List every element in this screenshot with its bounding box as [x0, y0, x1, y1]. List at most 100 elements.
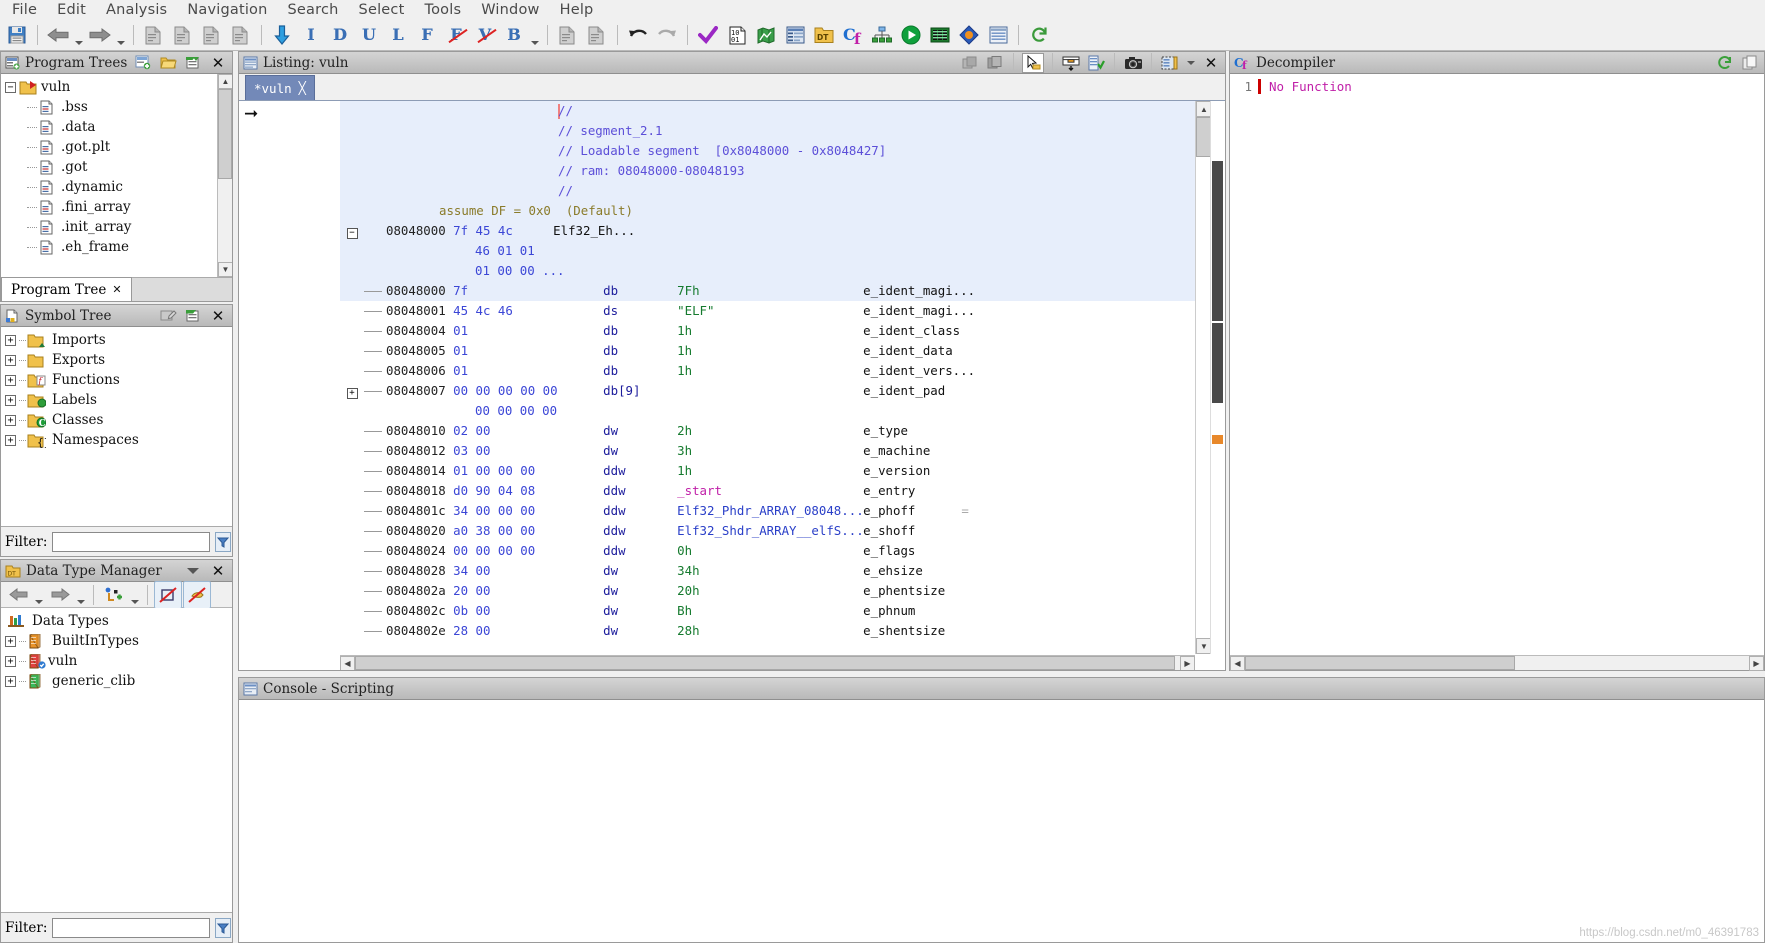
refresh-icon[interactable]	[1025, 21, 1053, 49]
listing-line[interactable]: 0804802c 0b 00 dw Bh e_phnum	[340, 601, 1195, 621]
clear-var-icon[interactable]: V	[471, 21, 499, 49]
select-cursor-icon[interactable]	[1022, 52, 1044, 73]
listing-line[interactable]: 0804802e 28 00 dw 28h e_shentsize	[340, 621, 1195, 641]
open-page-icon[interactable]	[169, 21, 197, 49]
listing-address[interactable]: 08048007	[386, 381, 446, 401]
listing-line[interactable]: 08048028 34 00 dw 34h e_ehsize	[340, 561, 1195, 581]
console-output[interactable]	[239, 700, 1764, 942]
listing-address[interactable]: 08048000	[386, 281, 446, 301]
data-type-filter-input[interactable]	[52, 917, 211, 938]
bookmark-icon[interactable]: B	[500, 21, 528, 49]
diff-icon[interactable]	[1086, 54, 1106, 72]
listing-line[interactable]: 08048004 01 db 1h e_ident_class	[340, 321, 1195, 341]
symbol-tree-filter-input[interactable]	[52, 531, 211, 552]
listing-line[interactable]: 08048020 a0 38 00 00 ddw Elf32_Shdr_ARRAY_…	[340, 521, 1195, 541]
data-type-manager-icon[interactable]: DT	[810, 21, 838, 49]
tab-vuln[interactable]: *vuln ╳	[245, 75, 315, 100]
listing-line[interactable]: 08048001 45 4c 46 ds "ELF" e_ident_magi...	[340, 301, 1195, 321]
listing-address[interactable]: 0804802a	[386, 581, 446, 601]
close-icon[interactable]: ✕	[208, 307, 228, 325]
listing-value[interactable]: 1h	[677, 321, 863, 341]
expand-toggle[interactable]: +	[5, 434, 16, 446]
listing-vertical-scrollbar[interactable]: ▲ ▼	[1195, 101, 1212, 654]
listing-value[interactable]: 1h	[677, 461, 863, 481]
tab-close-icon[interactable]: ✕	[112, 283, 121, 296]
scroll-thumb[interactable]	[1196, 117, 1211, 157]
filter-off-icon[interactable]	[154, 580, 182, 609]
tree-node-init_array[interactable]: .init_array	[1, 217, 232, 237]
paste-page-icon[interactable]	[198, 21, 226, 49]
listing-line[interactable]: 08048005 01 db 1h e_ident_data	[340, 341, 1195, 361]
expand-toggle[interactable]: −	[5, 81, 16, 93]
listing-line[interactable]: 08048012 03 00 dw 3h e_machine	[340, 441, 1195, 461]
symbol-node-exports[interactable]: + Exports	[1, 350, 232, 370]
forward-dropdown-icon[interactable]	[75, 578, 87, 611]
dropdown-icon[interactable]	[183, 562, 203, 580]
tree-node-root[interactable]: − vuln	[1, 77, 232, 97]
listing-line[interactable]: 0804802a 20 00 dw 20h e_phentsize	[340, 581, 1195, 601]
copy-icon[interactable]	[985, 54, 1005, 72]
listing-address[interactable]: 0804802c	[386, 601, 446, 621]
memory-map-icon[interactable]	[752, 21, 780, 49]
refresh-icon[interactable]	[1715, 54, 1735, 72]
datatype-node-vuln[interactable]: + vuln	[1, 651, 232, 671]
tree-node-fini_array[interactable]: .fini_array	[1, 197, 232, 217]
run-script-icon[interactable]	[897, 21, 925, 49]
menu-item-help[interactable]: Help	[550, 0, 604, 20]
listing-value[interactable]: 7Fh	[677, 281, 863, 301]
collapse-icon[interactable]	[183, 54, 203, 72]
snapshot-icon[interactable]	[960, 54, 980, 72]
menu-item-file[interactable]: File	[2, 0, 47, 20]
tree-node-eh_frame[interactable]: .eh_frame	[1, 237, 232, 257]
menu-item-search[interactable]: Search	[278, 0, 349, 20]
listing-line[interactable]: 08048006 01 db 1h e_ident_vers...	[340, 361, 1195, 381]
back-icon[interactable]	[44, 21, 72, 49]
new-type-dropdown-icon[interactable]	[129, 578, 141, 611]
tab-program-tree[interactable]: Program Tree ✕	[1, 277, 132, 301]
decompiler-horizontal-scrollbar[interactable]: ◀ ▶	[1230, 655, 1764, 671]
listing-address[interactable]: 08048018	[386, 481, 446, 501]
symbol-node-labels[interactable]: + Labels	[1, 390, 232, 410]
symbol-node-functions[interactable]: + f Functions	[1, 370, 232, 390]
menu-item-edit[interactable]: Edit	[47, 0, 96, 20]
close-icon[interactable]: ✕	[208, 54, 228, 72]
expand-toggle[interactable]: +	[5, 675, 16, 687]
datatype-node-generic_clib[interactable]: + generic_clib	[1, 671, 232, 691]
listing-line[interactable]: //	[340, 181, 1195, 201]
tree-node-bss[interactable]: .bss	[1, 97, 232, 117]
listing-value[interactable]: 0h	[677, 541, 863, 561]
scroll-right-arrow[interactable]: ▶	[1180, 656, 1195, 670]
symbol-node-imports[interactable]: + Imports	[1, 330, 232, 350]
undo-icon[interactable]	[624, 21, 652, 49]
listing-address[interactable]: 08048024	[386, 541, 446, 561]
datatype-node-root[interactable]: Data Types	[1, 611, 232, 631]
listing-line[interactable]: 0804801c 34 00 00 00 ddw Elf32_Phdr_ARRAY_…	[340, 501, 1195, 521]
menu-item-select[interactable]: Select	[349, 0, 415, 20]
listing-address[interactable]: 08048020	[386, 521, 446, 541]
scroll-down-arrow[interactable]: ▼	[218, 262, 232, 277]
new-type-icon[interactable]	[100, 581, 128, 609]
listing-address[interactable]: 08048001	[386, 301, 446, 321]
listing-line[interactable]: // segment_2.1	[340, 121, 1195, 141]
menu-item-window[interactable]: Window	[471, 0, 549, 20]
listing-code-viewport[interactable]: // // segment_2.1 // Loadable segment [0x8…	[340, 101, 1195, 654]
scroll-up-arrow[interactable]: ▲	[218, 74, 232, 89]
function-graph-icon[interactable]: Cf	[839, 21, 867, 49]
expand-toggle[interactable]: +	[5, 635, 16, 647]
listing-address[interactable]: 08048005	[386, 341, 446, 361]
diff-icon[interactable]	[955, 21, 983, 49]
expand-toggle[interactable]: +	[346, 387, 358, 399]
new-tree-icon[interactable]	[133, 54, 153, 72]
data-icon[interactable]: D	[326, 21, 354, 49]
symbol-node-namespaces[interactable]: + {} Namespaces	[1, 430, 232, 450]
disassemble-icon[interactable]	[268, 21, 296, 49]
listing-line[interactable]: 00 00 00 00	[340, 401, 1195, 421]
listing-value[interactable]: 2h	[677, 421, 863, 441]
listing-value[interactable]: 28h	[677, 621, 863, 641]
listing-line[interactable]: 08048014 01 00 00 00 ddw 1h e_version	[340, 461, 1195, 481]
expand-toggle[interactable]: +	[5, 354, 16, 366]
close-icon[interactable]: ✕	[1201, 54, 1221, 72]
camera-icon[interactable]	[1123, 54, 1143, 72]
expand-toggle[interactable]: +	[5, 655, 16, 667]
listing-line[interactable]: assume DF = 0x0 (Default)	[340, 201, 1195, 221]
